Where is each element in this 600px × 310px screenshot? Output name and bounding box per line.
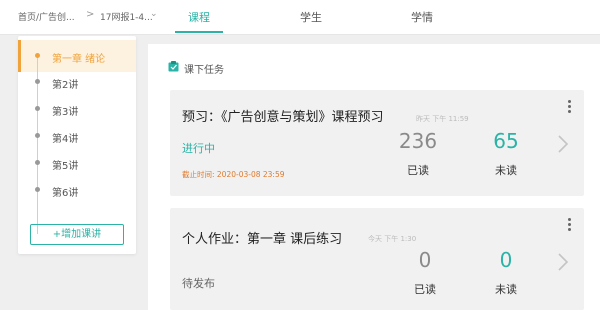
tab-analytics[interactable]: 学情 — [411, 9, 433, 25]
chevron-down-icon[interactable]: ⌄ — [150, 9, 158, 19]
tab-course[interactable]: 课程 — [188, 9, 210, 25]
task-card[interactable]: 个人作业：第一章 课后练习 今天 下午 1:30 待发布 0 已读 0 未读 — [170, 208, 584, 310]
more-options-icon[interactable] — [568, 100, 571, 115]
task-panel: 课下任务 预习：《广告创意与策划》课程预习 昨天 下午 11:59 进行中 截止… — [148, 44, 600, 310]
top-bar: 首页/广告创... > 17网报1-4... ⌄ 课程 学生 学情 — [0, 0, 600, 35]
add-lecture-button[interactable]: +增加课讲 — [30, 224, 124, 245]
timeline-dot — [35, 53, 40, 58]
sidebar-item-label: 第6讲 — [52, 188, 79, 199]
read-label: 已读 — [407, 164, 429, 177]
read-label: 已读 — [414, 283, 436, 296]
chevron-right-icon[interactable] — [558, 253, 568, 271]
sidebar-item-lecture-3[interactable]: 第3讲 — [32, 101, 132, 118]
read-count: 0 — [418, 248, 432, 272]
sidebar-item-lecture-4[interactable]: 第4讲 — [32, 128, 132, 145]
breadcrumb-path[interactable]: 首页/广告创... — [18, 10, 75, 23]
timeline-dot — [35, 133, 40, 138]
unread-count: 0 — [499, 248, 513, 272]
unread-count: 65 — [493, 129, 519, 153]
read-count: 236 — [398, 129, 438, 153]
chapter-sidebar: 第一章 绪论 第2讲 第3讲 第4讲 第5讲 第6讲 +增加课讲 — [18, 36, 136, 254]
sidebar-item-lecture-2[interactable]: 第2讲 — [32, 74, 132, 91]
sidebar-item-label: 第一章 绪论 — [52, 54, 106, 65]
active-chapter-bar — [18, 40, 21, 72]
timeline-dot — [35, 106, 40, 111]
section-title: 课下任务 — [184, 65, 224, 76]
more-options-icon[interactable] — [568, 218, 571, 233]
task-deadline: 截止时间: 2020-03-08 23:59 — [182, 170, 285, 179]
task-status: 进行中 — [182, 142, 215, 155]
unread-label: 未读 — [495, 283, 517, 296]
sidebar-item-label: 第4讲 — [52, 134, 79, 145]
sidebar-item-lecture-5[interactable]: 第5讲 — [32, 155, 132, 172]
breadcrumb-separator: > — [86, 9, 95, 20]
timeline-dot — [35, 187, 40, 192]
task-time: 今天 下午 1:30 — [368, 235, 417, 243]
active-tab-indicator — [175, 31, 223, 33]
clipboard-icon — [168, 61, 179, 72]
tab-students[interactable]: 学生 — [300, 9, 322, 25]
sidebar-item-lecture-6[interactable]: 第6讲 — [32, 182, 132, 199]
sidebar-item-label: 第5讲 — [52, 161, 79, 172]
sidebar-item-label: 第2讲 — [52, 80, 79, 91]
breadcrumb-course[interactable]: 17网报1-4... — [100, 10, 153, 23]
task-status: 待发布 — [182, 277, 215, 290]
timeline-dot — [35, 160, 40, 165]
task-time: 昨天 下午 11:59 — [416, 115, 469, 123]
timeline-dot — [35, 79, 40, 84]
task-title: 个人作业：第一章 课后练习 — [182, 232, 343, 247]
chevron-right-icon[interactable] — [558, 135, 568, 153]
unread-label: 未读 — [495, 164, 517, 177]
task-title: 预习：《广告创意与策划》课程预习 — [182, 110, 384, 125]
sidebar-item-chapter-1[interactable]: 第一章 绪论 — [32, 48, 132, 65]
sidebar-item-label: 第3讲 — [52, 107, 79, 118]
task-card[interactable]: 预习：《广告创意与策划》课程预习 昨天 下午 11:59 进行中 截止时间: 2… — [170, 90, 584, 196]
